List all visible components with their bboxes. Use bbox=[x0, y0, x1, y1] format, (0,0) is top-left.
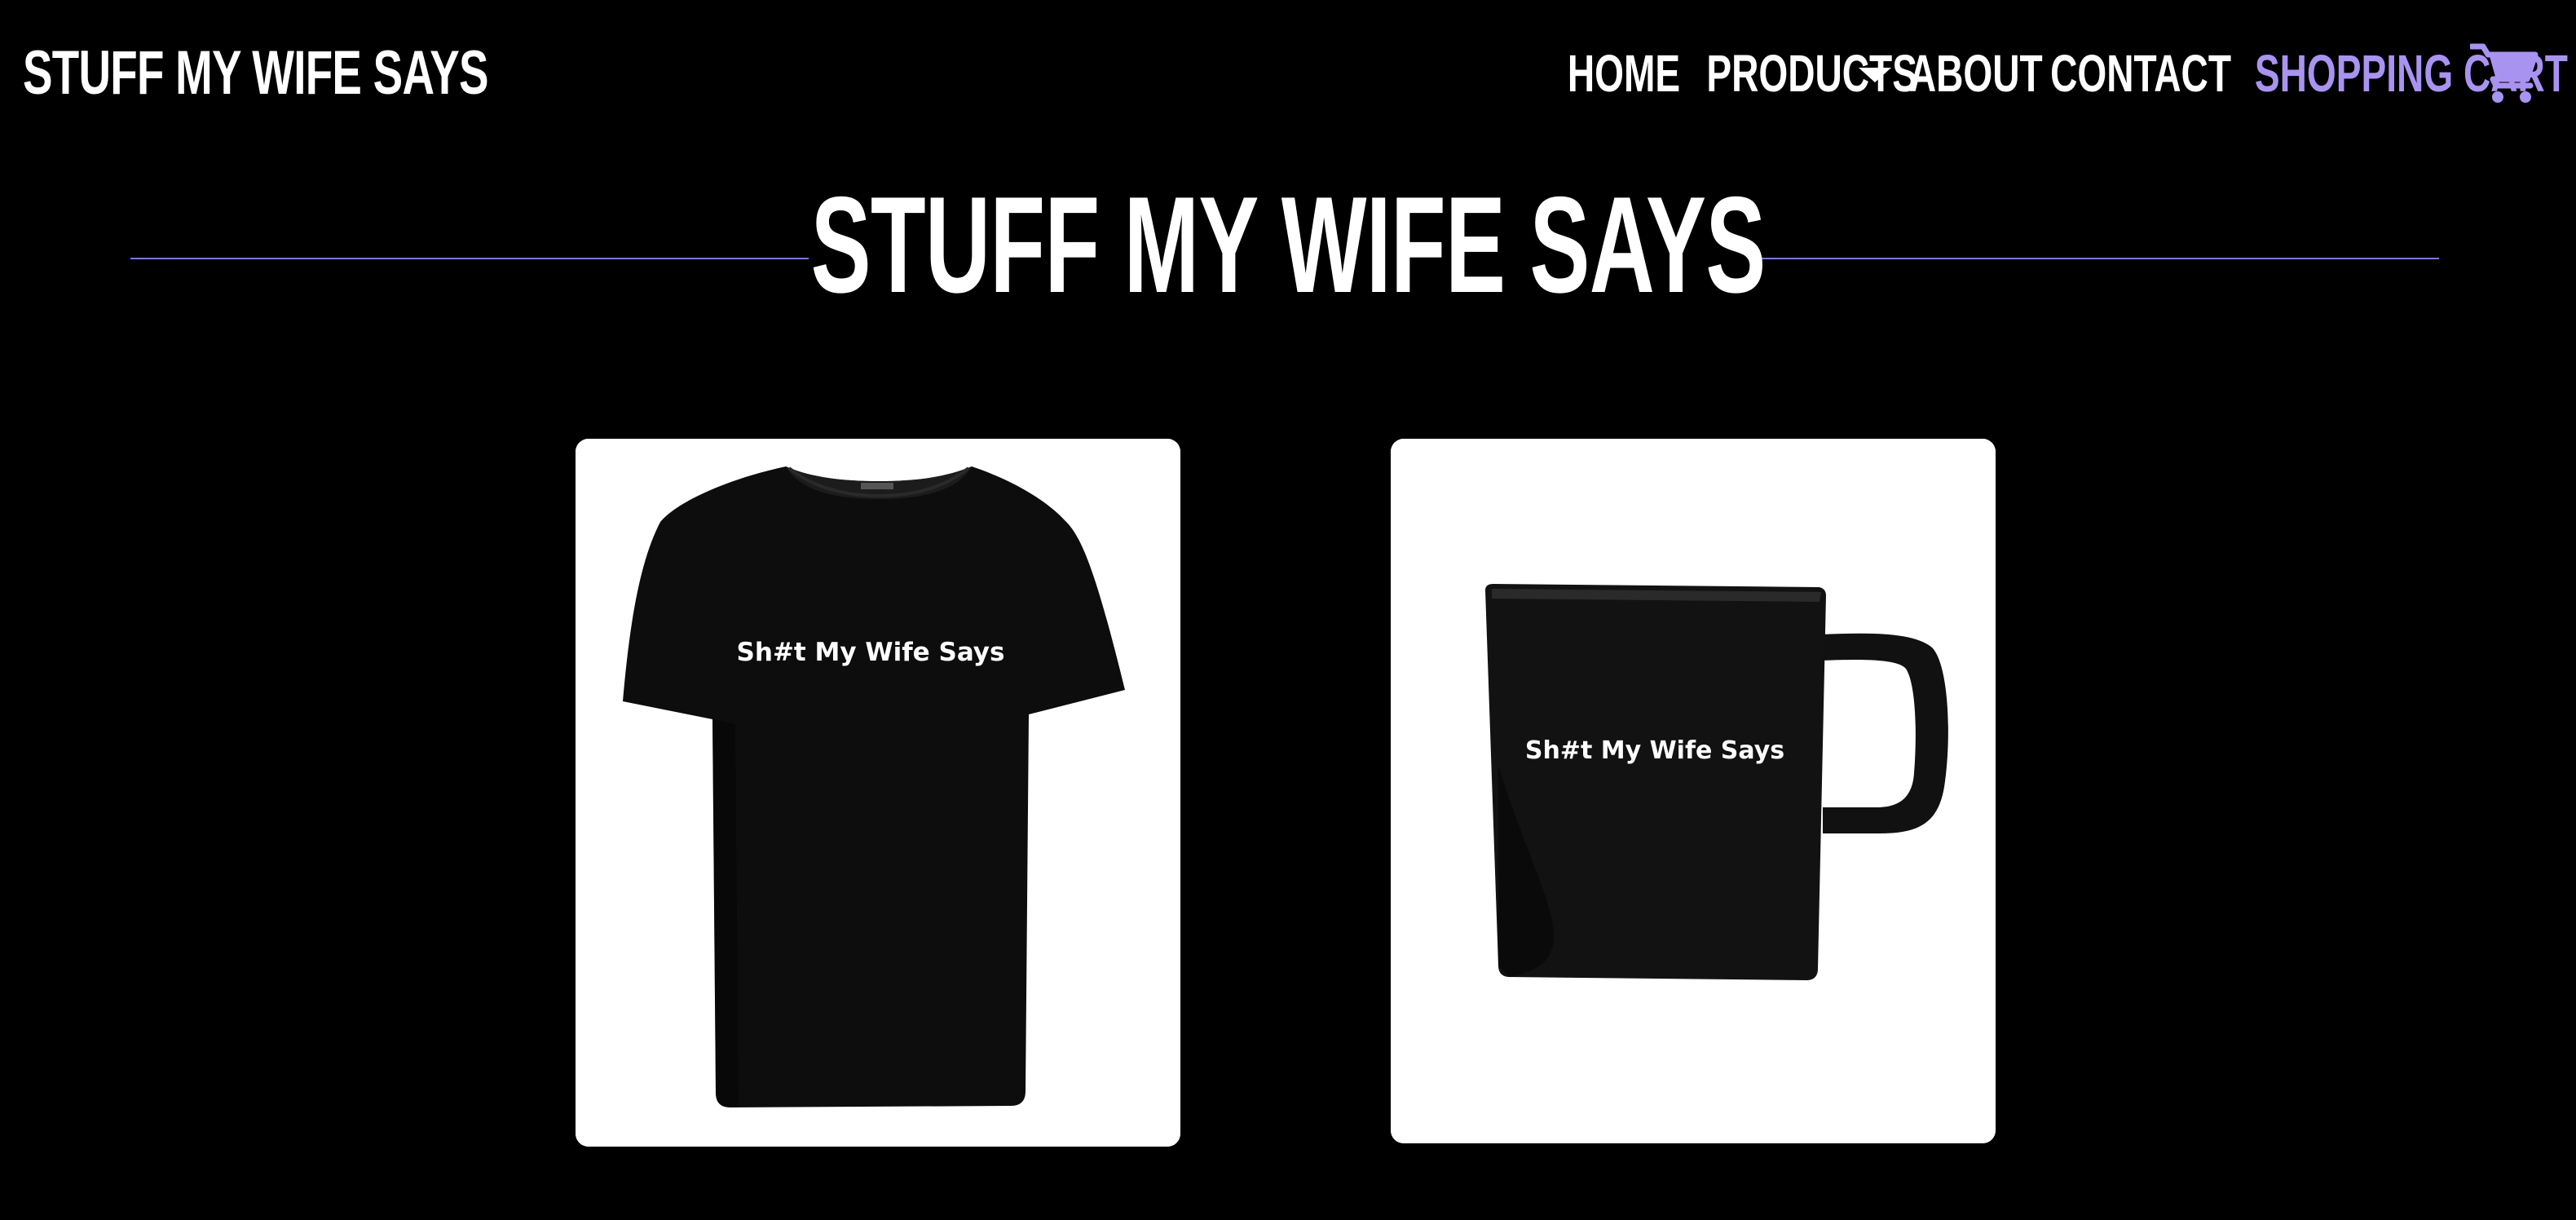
nav-products-dropdown[interactable]: PRODUCTS bbox=[1705, 36, 1917, 111]
tshirt-image: Sh#t My Wife Says bbox=[576, 439, 1180, 1147]
product-card-mug[interactable]: Sh#t My Wife Says bbox=[1391, 439, 1996, 1143]
nav-contact-label: CONTACT bbox=[2050, 44, 2231, 103]
page: STUFF MY WIFE SAYS HOME PRODUCTS ABOUT C… bbox=[0, 0, 2576, 1220]
page-title-text: STUFF MY WIFE SAYS bbox=[810, 168, 1767, 321]
main-nav: HOME PRODUCTS ABOUT CONTACT SHOPPING CAR… bbox=[1568, 36, 2568, 111]
mug-print-text: Sh#t My Wife Says bbox=[1525, 736, 1784, 765]
nav-home-label: HOME bbox=[1567, 44, 1681, 103]
nav-shopping-cart-link[interactable]: SHOPPING CART bbox=[2250, 36, 2568, 111]
nav-products-label: PRODUCTS bbox=[1706, 44, 1917, 103]
tshirt-print-text: Sh#t My Wife Says bbox=[737, 638, 1005, 667]
site-brand-link[interactable]: STUFF MY WIFE SAYS bbox=[23, 36, 489, 111]
nav-cart-label: SHOPPING CART bbox=[2254, 44, 2568, 103]
nav-home-link[interactable]: HOME bbox=[1568, 36, 1680, 111]
mug-image: Sh#t My Wife Says bbox=[1391, 439, 1996, 1143]
product-card-tshirt[interactable]: Sh#t My Wife Says bbox=[576, 439, 1180, 1147]
nav-about-label: ABOUT bbox=[1909, 44, 2043, 103]
hero-section: STUFF MY WIFE SAYS bbox=[0, 171, 2576, 318]
nav-contact-link[interactable]: CONTACT bbox=[2050, 36, 2231, 111]
page-title: STUFF MY WIFE SAYS bbox=[0, 171, 2576, 318]
nav-about-link[interactable]: ABOUT bbox=[1909, 36, 2043, 111]
